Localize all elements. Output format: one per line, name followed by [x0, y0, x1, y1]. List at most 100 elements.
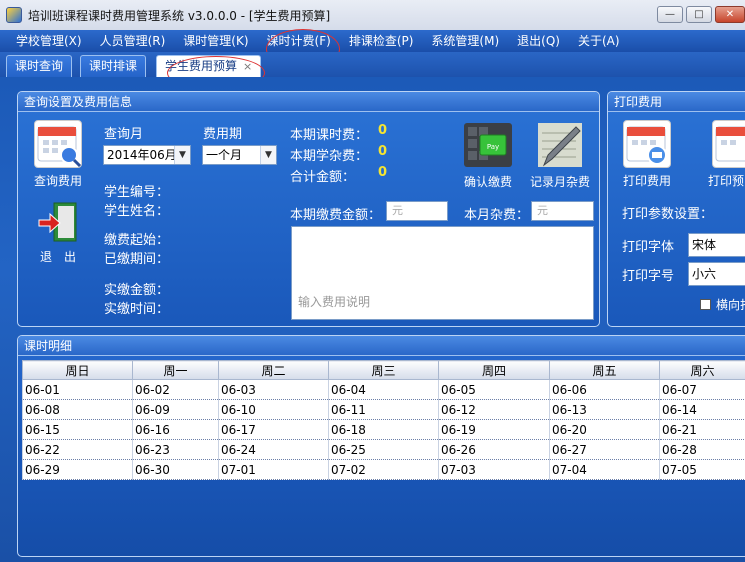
period-class-fee-value: 0 [378, 123, 388, 138]
table-cell[interactable]: 06-08 [22, 399, 133, 420]
menu-personnel[interactable]: 人员管理(R) [91, 30, 175, 52]
landscape-checkbox[interactable] [700, 299, 711, 310]
exit-door-icon [36, 200, 80, 244]
print-font-select[interactable]: 宋体 [688, 233, 745, 257]
query-month-select[interactable]: 2014年06月 ▼ [103, 145, 191, 165]
tab-class-schedule[interactable]: 课时排课 [80, 55, 147, 77]
query-fee-button[interactable]: 查询费用 [28, 120, 88, 189]
column-header[interactable]: 周三 [328, 360, 439, 380]
table-cell[interactable]: 06-24 [218, 439, 329, 460]
menu-exit[interactable]: 退出(Q) [508, 30, 569, 52]
paid-period-label: 已缴期间： [104, 252, 170, 267]
month-misc-input[interactable]: 元 [531, 201, 594, 221]
column-header[interactable]: 周六 [659, 360, 745, 380]
maximize-button[interactable]: □ [686, 6, 712, 23]
menu-school[interactable]: 学校管理(X) [0, 30, 91, 52]
confirm-pay-button[interactable]: Pay 确认缴费 [460, 121, 516, 190]
table-cell[interactable]: 06-25 [328, 439, 439, 460]
record-misc-button[interactable]: 记录月杂费 [528, 121, 592, 190]
table-cell[interactable]: 06-17 [218, 419, 329, 440]
calendar-preview-icon [712, 120, 745, 168]
table-cell[interactable]: 06-04 [328, 379, 439, 400]
tab-label: 学生费用预算 [165, 59, 238, 73]
table-cell[interactable]: 06-21 [659, 419, 745, 440]
table-row[interactable]: 06-08 06-09 06-10 06-11 06-12 06-13 06-14 [22, 399, 745, 420]
print-preview-button[interactable]: 打印预 [708, 120, 745, 189]
table-cell[interactable]: 06-27 [549, 439, 660, 460]
app-icon [6, 7, 22, 23]
table-cell[interactable]: 06-07 [659, 379, 745, 400]
table-cell[interactable]: 06-18 [328, 419, 439, 440]
tab-close-icon[interactable]: × [243, 60, 252, 73]
table-row[interactable]: 06-29 06-30 07-01 07-02 07-03 07-04 07-05 [22, 459, 745, 480]
table-cell[interactable]: 06-10 [218, 399, 329, 420]
menu-system[interactable]: 系统管理(M) [422, 30, 508, 52]
print-fee-button[interactable]: 打印费用 [617, 120, 677, 189]
fee-note-textarea[interactable]: 输入费用说明 [291, 226, 594, 320]
column-header[interactable]: 周四 [438, 360, 550, 380]
table-cell[interactable]: 06-26 [438, 439, 550, 460]
main-area: 查询设置及费用信息 查询费用 退 出 查询月 2014年06月 ▼ 费用期 一个… [0, 77, 745, 562]
table-row[interactable]: 06-01 06-02 06-03 06-04 06-05 06-06 06-07 [22, 379, 745, 400]
total-value: 0 [378, 165, 388, 180]
table-cell[interactable]: 06-05 [438, 379, 550, 400]
table-cell[interactable]: 06-28 [659, 439, 745, 460]
chevron-down-icon[interactable]: ▼ [260, 146, 276, 164]
table-cell[interactable]: 07-05 [659, 459, 745, 480]
print-size-value: 小六 [692, 267, 717, 281]
table-cell[interactable]: 06-16 [132, 419, 219, 440]
column-header[interactable]: 周二 [218, 360, 329, 380]
minimize-button[interactable]: — [657, 6, 683, 23]
fee-period-select[interactable]: 一个月 ▼ [202, 145, 277, 165]
period-misc-fee-label: 本期学杂费： [290, 149, 369, 164]
query-panel-title: 查询设置及费用信息 [18, 92, 599, 112]
column-header[interactable]: 周五 [549, 360, 660, 380]
table-cell[interactable]: 06-12 [438, 399, 550, 420]
table-row[interactable]: 06-15 06-16 06-17 06-18 06-19 06-20 06-21 [22, 419, 745, 440]
table-row[interactable]: 06-22 06-23 06-24 06-25 06-26 06-27 06-28 [22, 439, 745, 460]
table-cell[interactable]: 06-09 [132, 399, 219, 420]
paid-time-label: 实缴时间： [104, 302, 170, 317]
exit-button[interactable]: 退 出 [28, 200, 88, 265]
table-cell[interactable]: 06-03 [218, 379, 329, 400]
table-cell[interactable]: 07-01 [218, 459, 329, 480]
table-cell[interactable]: 06-22 [22, 439, 133, 460]
calendar-print-icon [623, 120, 671, 168]
table-cell[interactable]: 06-15 [22, 419, 133, 440]
menu-schedule-check[interactable]: 排课检查(P) [340, 30, 423, 52]
column-header[interactable]: 周一 [132, 360, 219, 380]
table-cell[interactable]: 06-11 [328, 399, 439, 420]
print-size-select[interactable]: 小六 [688, 262, 745, 286]
student-name-label: 学生姓名： [104, 204, 170, 219]
window-controls: — □ ✕ [657, 6, 745, 23]
detail-panel-title: 课时明细 [18, 336, 745, 356]
period-pay-amount-input[interactable]: 元 [386, 201, 448, 221]
table-cell[interactable]: 06-02 [132, 379, 219, 400]
menu-class-hours[interactable]: 课时管理(K) [174, 30, 257, 52]
column-header[interactable]: 周日 [22, 360, 133, 380]
table-cell[interactable]: 06-01 [22, 379, 133, 400]
menu-bar: 学校管理(X) 人员管理(R) 课时管理(K) 课时计费(F) 排课检查(P) … [0, 30, 745, 52]
close-button[interactable]: ✕ [715, 6, 745, 23]
table-cell[interactable]: 06-30 [132, 459, 219, 480]
table-cell[interactable]: 06-06 [549, 379, 660, 400]
table-cell[interactable]: 07-04 [549, 459, 660, 480]
table-cell[interactable]: 06-23 [132, 439, 219, 460]
table-cell[interactable]: 06-20 [549, 419, 660, 440]
confirm-pay-label: 确认缴费 [463, 175, 512, 189]
table-cell[interactable]: 07-03 [438, 459, 550, 480]
table-cell[interactable]: 06-29 [22, 459, 133, 480]
table-cell[interactable]: 06-19 [438, 419, 550, 440]
table-cell[interactable]: 06-13 [549, 399, 660, 420]
table-cell[interactable]: 07-02 [328, 459, 439, 480]
menu-about[interactable]: 关于(A) [569, 30, 629, 52]
menu-billing[interactable]: 课时计费(F) [258, 30, 340, 52]
record-misc-label: 记录月杂费 [529, 175, 590, 189]
print-preview-label: 打印预 [708, 174, 745, 188]
input-placeholder: 元 [392, 204, 403, 217]
tab-class-query[interactable]: 课时查询 [6, 55, 73, 77]
table-cell[interactable]: 06-14 [659, 399, 745, 420]
chevron-down-icon[interactable]: ▼ [174, 146, 190, 164]
tab-student-fee-budget[interactable]: 学生费用预算 × [156, 55, 262, 77]
query-fee-label: 查询费用 [33, 174, 82, 188]
